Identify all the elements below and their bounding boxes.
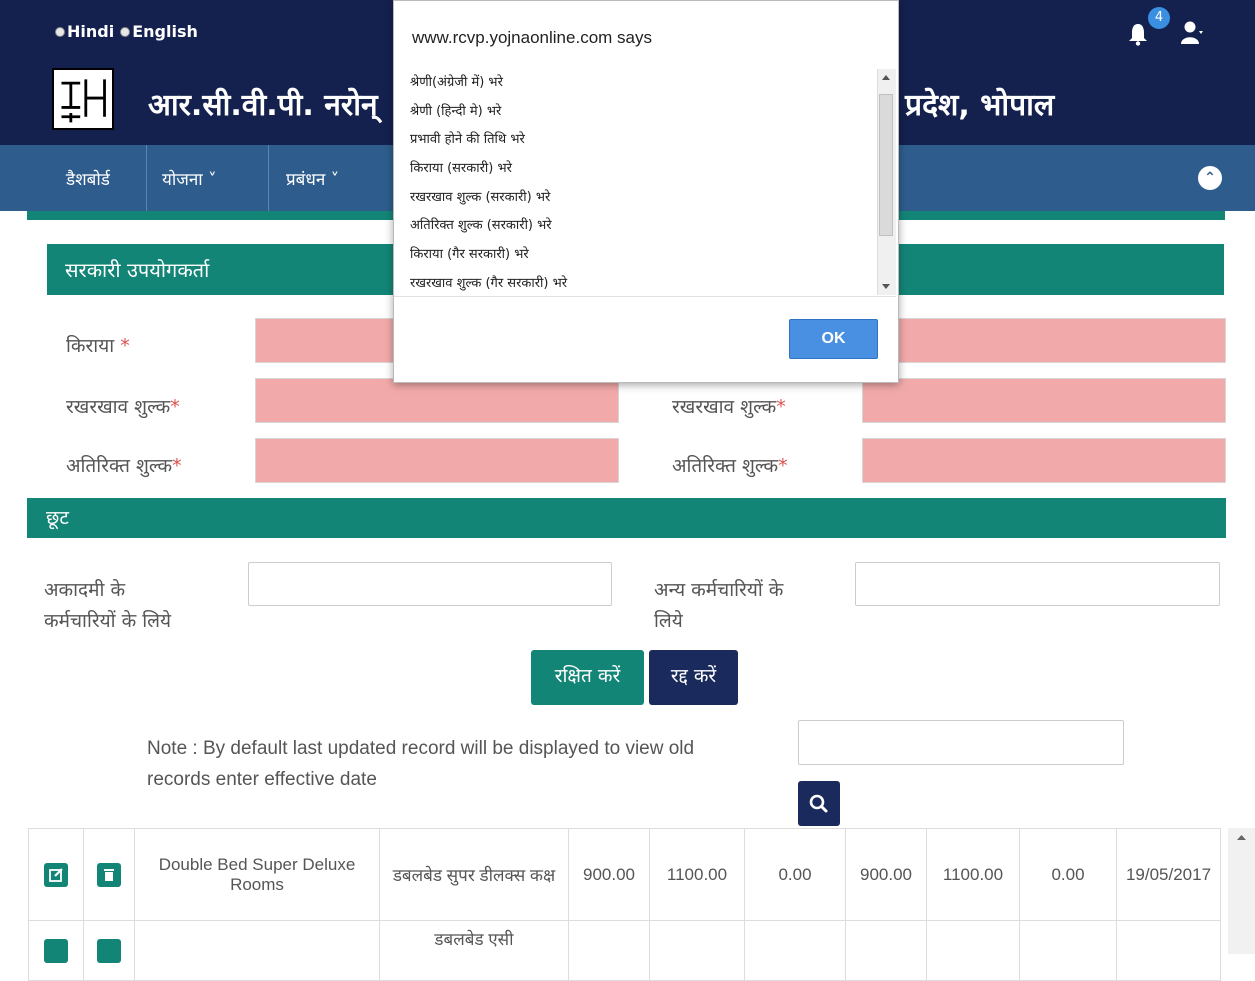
rent-input-right[interactable]	[862, 318, 1226, 363]
ok-button[interactable]: OK	[789, 319, 878, 359]
cell-value	[744, 920, 846, 981]
extra-label: अतिरिक्त शुल्क*	[66, 455, 182, 477]
note-text: Note : By default last updated record wi…	[147, 738, 695, 790]
cell-value	[1019, 920, 1117, 981]
delete-icon[interactable]	[97, 862, 121, 887]
cell-value	[649, 920, 745, 981]
dialog-message-line: किराया (गैर सरकारी) भरे	[410, 247, 529, 263]
nav-divider	[146, 145, 147, 211]
cell-value	[845, 920, 927, 981]
dialog-message-line: अतिरिक्त शुल्क (सरकारी) भरे	[410, 218, 552, 234]
cell-name-en: Double Bed Super Deluxe Rooms	[134, 828, 380, 921]
dialog-scroll-thumb[interactable]	[879, 94, 893, 236]
cell-value: 900.00	[845, 828, 927, 921]
cell-value	[926, 920, 1020, 981]
cell-name-hi: डबलबेड एसी	[379, 920, 569, 981]
cell-value: 900.00	[568, 828, 650, 921]
dialog-message-line: रखरखाव शुल्क (गैर सरकारी) भरे	[410, 275, 568, 291]
cell-name-hi: डबलबेड सुपर डीलक्स कक्ष	[379, 828, 569, 921]
dialog-message: श्रेणी(अंग्रेजी में) भरे श्रेणी (हिन्दी …	[410, 69, 875, 295]
dialog-message-line: किराया (सरकारी) भरे	[410, 161, 512, 177]
cell-value: 0.00	[1019, 828, 1117, 921]
section-title: सरकारी उपयोगकर्ता	[65, 258, 210, 282]
maintenance-input[interactable]	[255, 378, 619, 423]
maintenance-label-right: रखरखाव शुल्क*	[672, 396, 786, 418]
table-row: Double Bed Super Deluxe Rooms डबलबेड सुप…	[28, 828, 1221, 921]
delete-icon[interactable]	[97, 938, 121, 963]
collapse-up-icon[interactable]: ⌃	[1198, 166, 1222, 190]
english-radio[interactable]	[120, 26, 131, 37]
nav-prabandhan[interactable]: प्रबंधन ˅	[286, 167, 339, 190]
bell-icon[interactable]	[1128, 22, 1148, 46]
dialog-message-line: रखरखाव शुल्क (सरकारी) भरे	[410, 189, 551, 205]
maintenance-input-right[interactable]	[862, 378, 1226, 423]
cell-value: 0.00	[744, 828, 846, 921]
discount-title: छूट	[46, 507, 69, 529]
academy-staff-label: अकादमी के	[44, 579, 126, 601]
extra-label-right: अतिरिक्त शुल्क*	[672, 455, 788, 477]
save-button[interactable]: रक्षित करें	[531, 650, 644, 705]
other-staff-label-2: लिये	[654, 610, 683, 632]
cell-name-en	[134, 920, 380, 981]
notification-badge: 4	[1148, 7, 1170, 29]
nav-dashboard[interactable]: डैशबोर्ड	[66, 167, 110, 190]
records-table: Double Bed Super Deluxe Rooms डबलबेड सुप…	[28, 828, 1221, 981]
user-icon[interactable]	[1181, 20, 1203, 46]
scroll-up-icon[interactable]	[879, 72, 893, 84]
maintenance-label: रखरखाव शुल्क*	[66, 396, 180, 418]
hindi-label[interactable]: Hindi	[67, 22, 114, 41]
nav-divider	[268, 145, 269, 211]
dialog-message-line: श्रेणी(अंग्रेजी में) भरे	[410, 75, 503, 90]
cell-date: 19/05/2017	[1116, 828, 1221, 921]
table-scrollbar[interactable]	[1228, 828, 1255, 954]
logo-icon	[52, 68, 114, 130]
other-staff-input[interactable]	[855, 562, 1220, 606]
search-button[interactable]	[798, 781, 840, 826]
scroll-down-icon[interactable]	[879, 280, 893, 292]
rent-label: किराया *	[66, 335, 130, 357]
academy-staff-label-2: कर्मचारियों के लिये	[44, 610, 172, 632]
cancel-button[interactable]: रद्द करें	[649, 650, 738, 705]
discount-header	[27, 498, 1226, 538]
hindi-radio[interactable]	[55, 26, 65, 37]
dialog-divider	[394, 296, 896, 297]
cell-value: 1100.00	[649, 828, 745, 921]
dialog-title: www.rcvp.yojnaonline.com says	[412, 28, 652, 47]
cell-value	[568, 920, 650, 981]
english-label[interactable]: English	[132, 22, 198, 41]
cell-date	[1116, 920, 1221, 981]
extra-input-right[interactable]	[862, 438, 1226, 483]
site-title: आर.सी.वी.पी. नरोन्	[148, 88, 378, 123]
search-icon	[809, 794, 828, 813]
nav-yojana[interactable]: योजना ˅	[162, 167, 217, 190]
dialog-message-line: श्रेणी (हिन्दी मे) भरे	[410, 103, 502, 119]
edit-icon[interactable]	[44, 862, 68, 887]
scroll-up-icon[interactable]	[1228, 828, 1255, 848]
table-row: डबलबेड एसी	[28, 920, 1221, 981]
cell-value: 1100.00	[926, 828, 1020, 921]
dialog-message-line: प्रभावी होने की तिथि भरे	[410, 132, 525, 148]
other-staff-label: अन्य कर्मचारियों के	[654, 579, 784, 601]
effective-date-input[interactable]	[798, 720, 1124, 765]
extra-input[interactable]	[255, 438, 619, 483]
site-title-end: प्रदेश, भोपाल	[905, 88, 1055, 123]
edit-icon[interactable]	[44, 938, 68, 963]
language-switch: Hindi English	[55, 22, 198, 41]
academy-staff-input[interactable]	[248, 562, 612, 606]
